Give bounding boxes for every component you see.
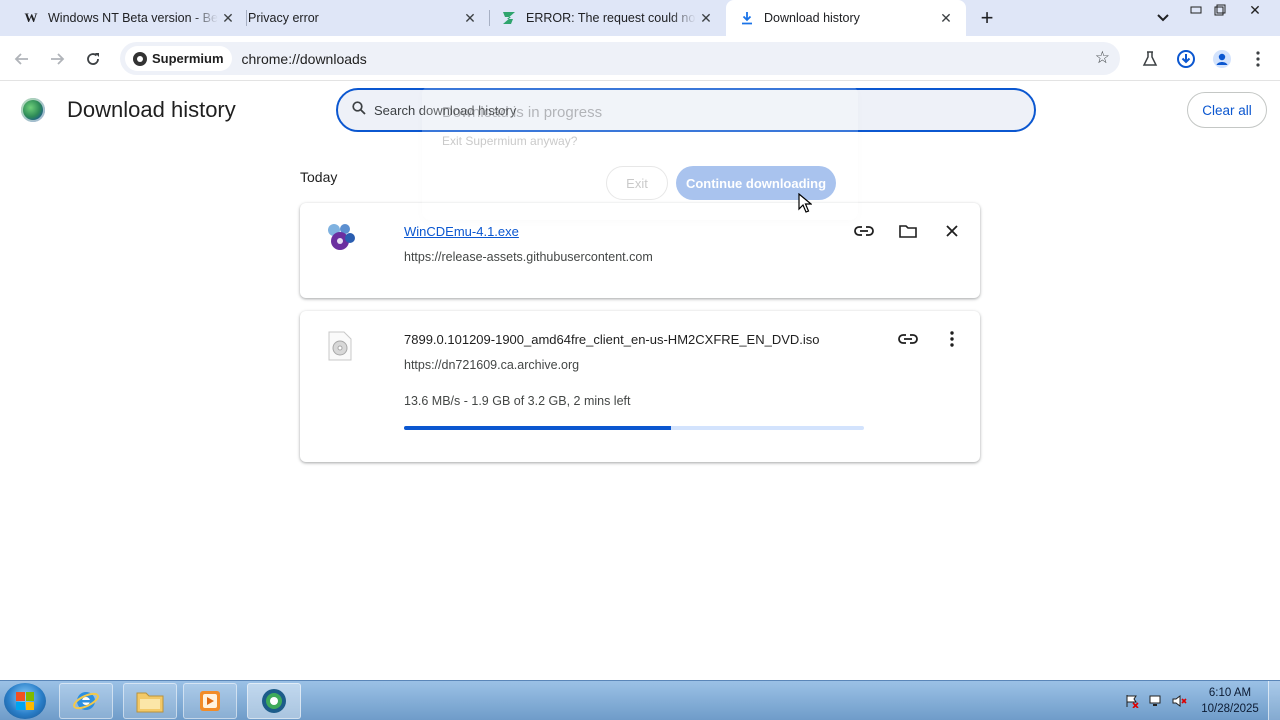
download-progress-bar <box>404 426 864 430</box>
profile-avatar-icon[interactable] <box>1210 47 1234 71</box>
supermium-icon <box>262 689 286 713</box>
zod-z-icon <box>500 9 518 27</box>
exit-confirmation-dialog: Download is in progress Exit Supermium a… <box>422 86 858 220</box>
download-file-name: 7899.0.101209-1900_amd64fre_client_en-us… <box>404 332 820 347</box>
window-close-button[interactable]: ✕ <box>1236 2 1274 18</box>
tab-error-request[interactable]: ERROR: The request could not be satisfie… <box>478 0 726 36</box>
search-icon <box>352 101 366 119</box>
wincdemu-file-icon <box>324 221 358 258</box>
start-button[interactable] <box>4 683 46 719</box>
wikipedia-w-icon: W <box>24 10 38 25</box>
labs-flask-icon[interactable] <box>1138 47 1162 71</box>
clock-date: 10/28/2025 <box>1201 703 1259 715</box>
windows-taskbar: 6:10 AM 10/28/2025 <box>0 680 1280 720</box>
minimize-button[interactable] <box>1186 2 1206 18</box>
taskbar-file-explorer[interactable] <box>123 683 177 719</box>
exit-button[interactable]: Exit <box>606 166 668 200</box>
close-icon[interactable]: ✕ <box>936 8 956 28</box>
address-bar[interactable]: Supermium chrome://downloads ☆ <box>120 42 1120 75</box>
tab-title: Privacy error <box>248 11 319 25</box>
tab-title: Download history <box>764 11 860 25</box>
back-button[interactable] <box>9 46 35 72</box>
action-center-flag-icon[interactable] <box>1124 693 1140 709</box>
mouse-cursor-icon <box>798 192 813 213</box>
taskbar-media-player[interactable] <box>183 683 237 719</box>
progress-fill <box>404 426 671 430</box>
show-in-folder-icon[interactable] <box>895 218 921 244</box>
bookmark-star-icon[interactable]: ☆ <box>1095 48 1110 68</box>
volume-muted-icon[interactable] <box>1172 693 1188 709</box>
download-source-url[interactable]: https://dn721609.ca.archive.org <box>404 358 579 372</box>
taskbar-internet-explorer[interactable] <box>59 683 113 719</box>
dialog-title: Download is in progress <box>442 104 603 121</box>
download-icon <box>738 9 756 27</box>
network-icon[interactable] <box>1148 693 1164 709</box>
close-icon[interactable]: ✕ <box>460 8 480 28</box>
download-source-url[interactable]: https://release-assets.githubusercontent… <box>404 250 653 264</box>
download-file-link[interactable]: WinCDEmu-4.1.exe <box>404 224 519 239</box>
page-title: Download history <box>67 97 236 122</box>
tab-windows-nt-beta[interactable]: W Windows NT Beta version - Beta ✕ <box>0 0 246 36</box>
more-menu-icon[interactable] <box>1246 47 1270 71</box>
close-icon[interactable]: ✕ <box>696 8 716 28</box>
site-info-chip[interactable]: Supermium <box>125 46 232 71</box>
copy-link-icon[interactable] <box>895 326 921 352</box>
clear-all-button[interactable]: Clear all <box>1187 92 1267 128</box>
restore-button[interactable] <box>1210 2 1230 18</box>
tab-download-history[interactable]: Download history ✕ <box>726 0 966 36</box>
show-desktop-button[interactable] <box>1268 681 1280 720</box>
forward-button[interactable] <box>44 46 70 72</box>
continue-downloading-button[interactable]: Continue downloading <box>676 166 836 200</box>
tab-title: ERROR: The request could not be satisfie… <box>526 11 696 25</box>
media-player-icon <box>200 691 220 711</box>
clock-time: 6:10 AM <box>1208 687 1252 699</box>
taskbar-supermium[interactable] <box>247 683 301 719</box>
browser-chip-label: Supermium <box>152 51 224 66</box>
tab-title: Windows NT Beta version - Beta <box>48 11 218 25</box>
disc-image-file-icon <box>328 331 352 366</box>
tab-privacy-error[interactable]: Privacy error ✕ <box>226 0 488 36</box>
copy-link-icon[interactable] <box>851 218 877 244</box>
internet-explorer-icon <box>73 692 99 710</box>
windows-logo-icon <box>16 692 34 710</box>
supermium-icon <box>133 51 147 66</box>
folder-icon <box>136 692 164 713</box>
new-tab-button[interactable]: + <box>975 5 999 30</box>
reload-button[interactable] <box>80 46 106 72</box>
remove-item-icon[interactable] <box>939 218 965 244</box>
dialog-body: Exit Supermium anyway? <box>442 134 578 148</box>
tab-strip: W Windows NT Beta version - Beta ✕ Priva… <box>0 0 1280 36</box>
download-progress-status: 13.6 MB/s - 1.9 GB of 3.2 GB, 2 mins lef… <box>404 394 631 408</box>
url-text[interactable]: chrome://downloads <box>242 51 367 67</box>
downloads-toolbar-icon[interactable] <box>1174 47 1198 71</box>
system-clock[interactable]: 6:10 AM 10/28/2025 <box>1196 685 1264 717</box>
download-item: 7899.0.101209-1900_amd64fre_client_en-us… <box>300 311 980 462</box>
more-actions-icon[interactable] <box>939 326 965 352</box>
date-section-label: Today <box>300 169 338 185</box>
tab-search-button[interactable] <box>1152 8 1174 28</box>
supermium-logo-icon <box>21 98 45 122</box>
browser-toolbar: Supermium chrome://downloads ☆ <box>0 36 1280 81</box>
